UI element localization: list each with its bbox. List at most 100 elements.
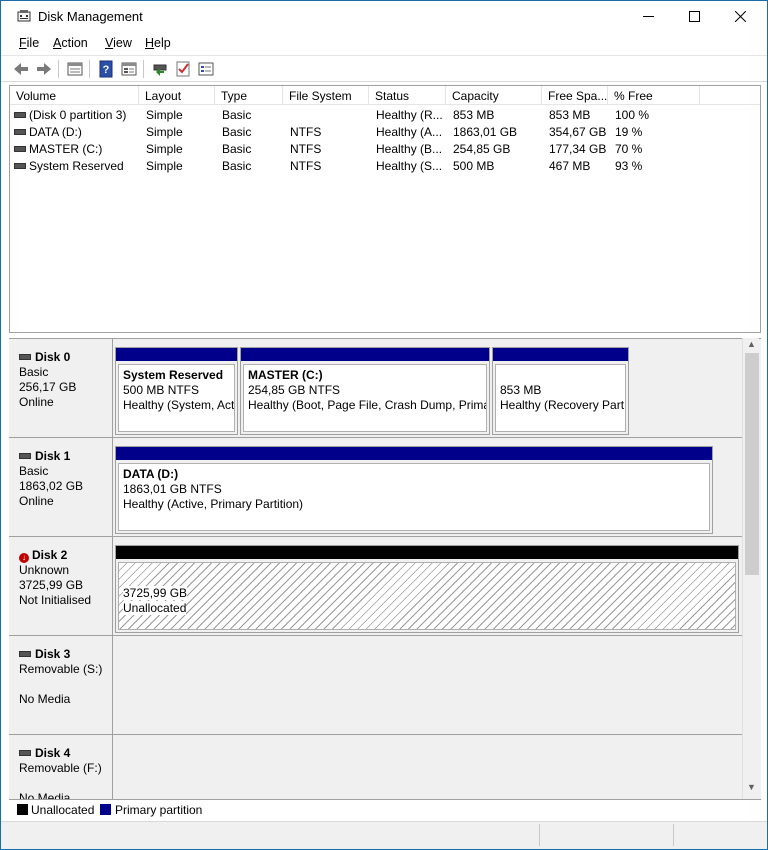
menu-action[interactable]: Action bbox=[53, 36, 88, 50]
menu-bar: File Action View Help bbox=[1, 32, 767, 54]
volume-row[interactable]: DATA (D:) Simple Basic NTFS Healthy (A..… bbox=[10, 123, 760, 140]
disk-list-icon[interactable] bbox=[120, 60, 138, 78]
disk-partition-area: DATA (D:) 1863,01 GB NTFS Healthy (Activ… bbox=[114, 438, 745, 536]
close-button[interactable] bbox=[717, 1, 763, 32]
partition-details: MASTER (C:) 254,85 GB NTFS Healthy (Boot… bbox=[243, 364, 487, 432]
disk-icon bbox=[19, 354, 31, 360]
volume-percent-free: 100 % bbox=[615, 108, 650, 122]
partition-data[interactable]: DATA (D:) 1863,01 GB NTFS Healthy (Activ… bbox=[115, 446, 713, 534]
volume-row[interactable]: MASTER (C:) Simple Basic NTFS Healthy (B… bbox=[10, 140, 760, 157]
volume-row[interactable]: (Disk 0 partition 3) Simple Basic Health… bbox=[10, 106, 760, 123]
legend-swatch-primary bbox=[100, 804, 111, 815]
scrollbar-thumb[interactable] bbox=[745, 353, 759, 575]
disk-type: Removable (F:) bbox=[19, 761, 102, 775]
disk-name: Disk 0 bbox=[35, 350, 71, 364]
menu-file[interactable]: File bbox=[19, 36, 39, 50]
connect-icon[interactable] bbox=[151, 60, 169, 78]
disk-label[interactable]: Disk 0 Basic 256,17 GB Online bbox=[9, 339, 113, 437]
menu-help[interactable]: Help bbox=[145, 36, 171, 50]
volume-percent-free: 19 % bbox=[615, 125, 643, 139]
volume-free-space: 177,34 GB bbox=[549, 142, 607, 156]
forward-icon[interactable] bbox=[35, 60, 53, 78]
maximize-button[interactable] bbox=[671, 1, 717, 32]
volume-capacity: 500 MB bbox=[453, 159, 495, 173]
minimize-button[interactable] bbox=[625, 1, 671, 32]
partition-details: System Reserved 500 MB NTFS Healthy (Sys… bbox=[118, 364, 235, 432]
disk-size: 1863,02 GB bbox=[19, 479, 84, 493]
column-header-free-space[interactable]: Free Spa... bbox=[542, 86, 608, 105]
volume-icon bbox=[14, 129, 26, 135]
minimize-icon bbox=[642, 16, 654, 17]
disk-label[interactable]: Disk 4 Removable (F:) No Media bbox=[9, 735, 113, 800]
disk-row: Disk 4 Removable (F:) No Media bbox=[9, 735, 745, 800]
disk-partition-area: System Reserved 500 MB NTFS Healthy (Sys… bbox=[114, 339, 745, 437]
column-header-percent-free[interactable]: % Free bbox=[608, 86, 700, 105]
volume-status: Healthy (A... bbox=[376, 125, 443, 139]
volume-file-system: NTFS bbox=[290, 142, 322, 156]
partition-unallocated[interactable]: 3725,99 GB Unallocated bbox=[115, 545, 739, 633]
scroll-down-icon[interactable]: ▼ bbox=[743, 782, 760, 797]
volume-capacity: 254,85 GB bbox=[453, 142, 511, 156]
disk-label[interactable]: Disk 1 Basic 1863,02 GB Online bbox=[9, 438, 113, 536]
column-header-capacity[interactable]: Capacity bbox=[446, 86, 542, 105]
disk-row: ↓ Disk 2 Unknown 3725,99 GB Not Initialis… bbox=[9, 537, 745, 636]
partition-size: 1863,01 GB NTFS bbox=[123, 482, 222, 496]
maximize-icon bbox=[688, 11, 700, 22]
partition-master[interactable]: MASTER (C:) 254,85 GB NTFS Healthy (Boot… bbox=[240, 347, 490, 435]
legend-label: Unallocated bbox=[31, 803, 95, 817]
disk-row: Disk 1 Basic 1863,02 GB Online DATA (D:)… bbox=[9, 438, 745, 537]
disk-label[interactable]: ↓ Disk 2 Unknown 3725,99 GB Not Initialis… bbox=[9, 537, 113, 635]
disk-size: 3725,99 GB bbox=[19, 578, 84, 592]
partition-recovery[interactable]: 853 MB Healthy (Recovery Part bbox=[492, 347, 629, 435]
help-icon[interactable]: ? bbox=[97, 60, 115, 78]
status-bar bbox=[1, 821, 767, 849]
volume-name: DATA (D:) bbox=[29, 125, 82, 139]
disk-type: Removable (S:) bbox=[19, 662, 103, 676]
disk-partition-area bbox=[114, 636, 745, 734]
check-icon[interactable] bbox=[174, 60, 192, 78]
column-header-file-system[interactable]: File System bbox=[283, 86, 369, 105]
partition-size: 254,85 GB NTFS bbox=[248, 383, 341, 397]
scroll-up-icon[interactable]: ▲ bbox=[743, 339, 760, 354]
partition-color-bar bbox=[241, 348, 489, 361]
window-title: Disk Management bbox=[38, 9, 143, 24]
disk-state: No Media bbox=[19, 692, 71, 706]
legend-swatch-unallocated bbox=[17, 804, 28, 815]
disk-state: Online bbox=[19, 494, 54, 508]
column-header-status[interactable]: Status bbox=[369, 86, 446, 105]
volume-icon bbox=[14, 146, 26, 152]
volume-free-space: 467 MB bbox=[549, 159, 591, 173]
partition-status: Healthy (Active, Primary Partition) bbox=[123, 497, 304, 511]
volume-file-system: NTFS bbox=[290, 125, 322, 139]
partition-status: Healthy (System, Act bbox=[123, 398, 235, 412]
disk-management-app-icon bbox=[17, 10, 31, 22]
volume-free-space: 354,67 GB bbox=[549, 125, 607, 139]
disk-icon bbox=[19, 750, 31, 756]
volume-name: MASTER (C:) bbox=[29, 142, 103, 156]
column-header-type[interactable]: Type bbox=[215, 86, 283, 105]
menu-view[interactable]: View bbox=[105, 36, 132, 50]
disk-icon bbox=[19, 453, 31, 459]
disk-graphical-view[interactable]: Disk 0 Basic 256,17 GB Online System Res… bbox=[9, 338, 761, 800]
error-icon: ↓ bbox=[19, 553, 29, 563]
volume-list[interactable]: Volume Layout Type File System Status Ca… bbox=[9, 85, 761, 333]
partition-size: 853 MB bbox=[500, 383, 542, 397]
partition-size: 500 MB NTFS bbox=[123, 383, 200, 397]
properties-icon[interactable] bbox=[66, 60, 84, 78]
volume-capacity: 1863,01 GB bbox=[453, 125, 518, 139]
back-icon[interactable] bbox=[12, 60, 30, 78]
disk-size: 256,17 GB bbox=[19, 380, 77, 394]
volume-file-system: NTFS bbox=[290, 159, 322, 173]
disk-label[interactable]: Disk 3 Removable (S:) No Media bbox=[9, 636, 113, 734]
partition-system-reserved[interactable]: System Reserved 500 MB NTFS Healthy (Sys… bbox=[115, 347, 238, 435]
partition-details: 3725,99 GB Unallocated bbox=[118, 562, 736, 630]
column-header-layout[interactable]: Layout bbox=[139, 86, 215, 105]
partition-color-bar bbox=[116, 348, 237, 361]
partition-status: Healthy (Boot, Page File, Crash Dump, Pr… bbox=[248, 398, 487, 412]
vertical-scrollbar[interactable]: ▲ ▼ bbox=[742, 338, 759, 800]
column-header-volume[interactable]: Volume bbox=[10, 86, 139, 105]
volume-row[interactable]: System Reserved Simple Basic NTFS Health… bbox=[10, 157, 760, 174]
volume-status: Healthy (S... bbox=[376, 159, 443, 173]
svg-text:?: ? bbox=[103, 64, 110, 76]
settings-icon[interactable] bbox=[197, 60, 215, 78]
